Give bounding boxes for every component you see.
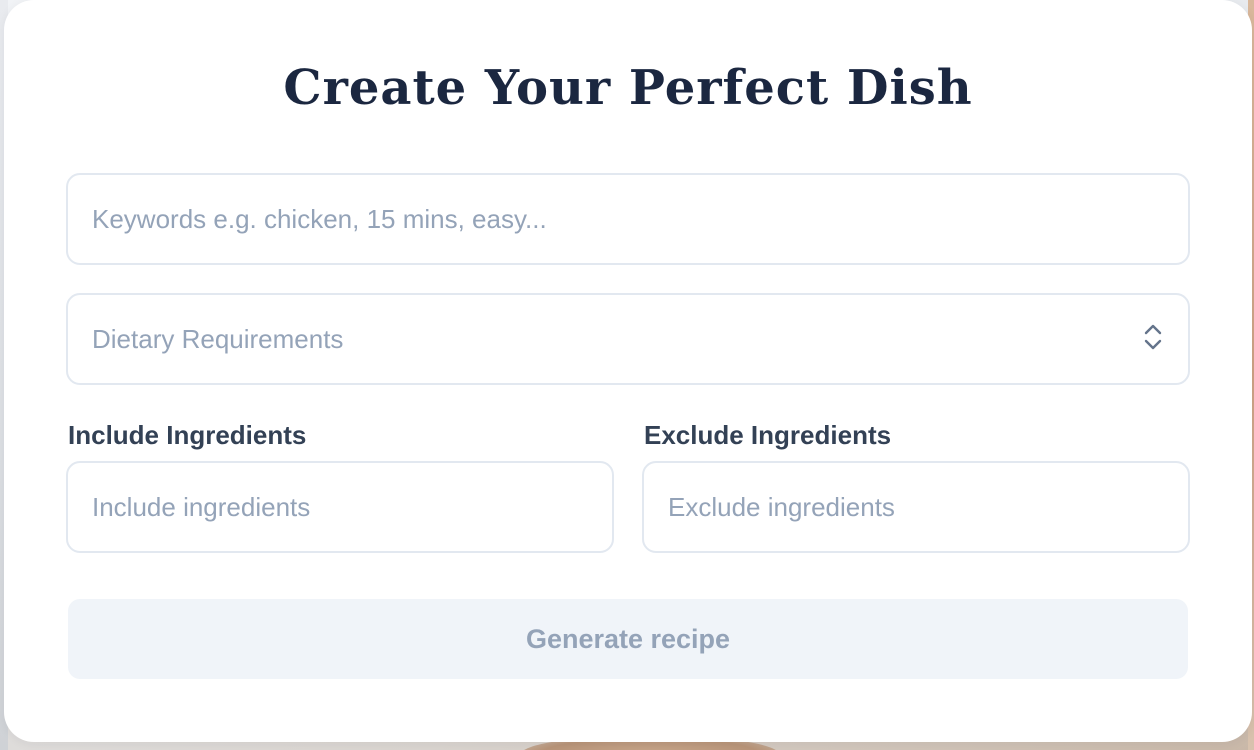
- include-ingredients-input[interactable]: [92, 491, 612, 523]
- dietary-requirements-value: Dietary Requirements: [92, 323, 344, 354]
- page-title: Create Your Perfect Dish: [283, 60, 973, 116]
- recipe-form-card: Create Your Perfect Dish Dietary Require…: [4, 0, 1252, 742]
- dietary-requirements-select[interactable]: Dietary Requirements: [66, 293, 1190, 385]
- include-ingredients-field[interactable]: [66, 461, 614, 553]
- exclude-ingredients-input[interactable]: [668, 491, 1188, 523]
- keywords-field[interactable]: [66, 173, 1190, 265]
- chevron-up-down-icon: [1142, 320, 1164, 359]
- keywords-input[interactable]: [92, 203, 1188, 235]
- exclude-ingredients-label: Exclude Ingredients: [644, 420, 892, 450]
- generate-recipe-button[interactable]: Generate recipe: [68, 599, 1188, 679]
- include-ingredients-label: Include Ingredients: [68, 420, 307, 450]
- exclude-ingredients-field[interactable]: [642, 461, 1190, 553]
